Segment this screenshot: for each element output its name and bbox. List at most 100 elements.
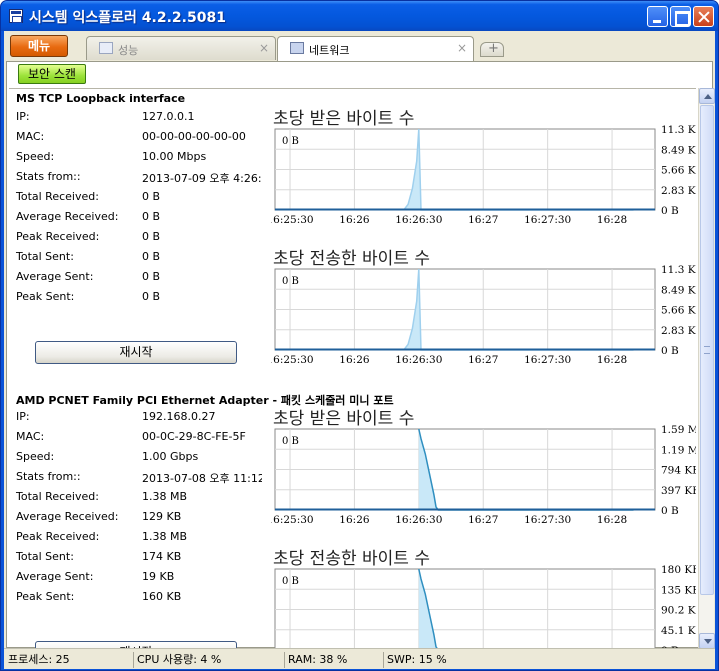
x-tick-label: 16:27:30 [524,214,571,226]
property-label: Peak Sent: [16,590,75,603]
title-bar[interactable]: 시스템 익스플로러 4.2.2.5081 [1,1,718,31]
property-row: Speed: 10.00 Mbps [16,150,261,166]
tab-network[interactable]: 네트워크 × [277,36,474,61]
y-tick-label: 135 KB [661,584,696,596]
scroll-thumb[interactable] [700,105,714,595]
adapter-section: AMD PCNET Family PCI Ethernet Adapter - … [9,389,696,649]
performance-tab-icon [99,42,113,54]
x-tick-label: 16:26:30 [395,354,442,366]
maximize-button[interactable] [670,6,691,27]
property-label: Total Received: [16,490,99,503]
property-value: 00-00-00-00-00-00 [142,130,246,143]
property-value: 1.38 MB [142,490,188,503]
property-label: Peak Sent: [16,290,75,303]
property-row: Peak Received: 0 B [16,230,261,246]
x-tick-label: 16:28 [597,354,627,366]
property-row: Stats from::2013-07-09 오후 4:26:37 [16,170,262,186]
chart-title: 초당 받은 바이트 수 [273,109,415,129]
property-value: 19 KB [142,570,175,583]
x-tick-label: 16:26:30 [395,214,442,226]
property-value: 0 B [142,250,161,263]
property-label: IP: [16,410,30,423]
y-tick-label: 1.59 MB [661,424,696,436]
current-value-label: 0 B [282,436,299,447]
x-tick-label: 16:28 [597,514,627,526]
window-title: 시스템 익스플로러 4.2.2.5081 [29,10,226,26]
x-tick-label: 16:27:30 [524,354,571,366]
property-row: Average Received: 129 KB [16,510,261,526]
y-tick-label: 0 B [661,205,679,217]
tab-label: 네트워크 [309,44,350,57]
new-tab-button[interactable] [480,41,504,57]
y-tick-label: 0 B [661,345,679,357]
property-value: 174 KB [142,550,182,563]
property-row: Average Sent: 19 KB [16,570,261,586]
security-scan-button[interactable]: 보안 스캔 [18,64,86,84]
sent-bytes-chart: 0 B180 KB135 KB90.2 KB45.1 KB0 B16:25:30… [271,544,696,649]
y-tick-label: 8.49 KB [661,284,696,296]
minimize-button[interactable] [647,6,668,27]
property-row: MAC: 00-00-00-00-00-00 [16,130,261,146]
property-label: Peak Received: [16,230,100,243]
y-tick-label: 397 KB [661,485,696,497]
property-label: Stats from:: [16,170,81,183]
app-window: 시스템 익스플로러 4.2.2.5081 메뉴 성능 × 네트워크 × 보안 스… [0,0,719,671]
property-row: Peak Received: 1.38 MB [16,530,261,546]
network-tab-icon [290,42,304,54]
client-area: 메뉴 성능 × 네트워크 × 보안 스캔 MS TCP Loopback int… [4,31,715,669]
vertical-scrollbar[interactable] [698,88,715,649]
property-label: Speed: [16,450,55,463]
y-tick-label: 11.3 KB [661,264,696,276]
property-row: Peak Sent: 0 B [16,290,261,306]
y-tick-label: 90.2 KB [661,605,696,617]
close-button[interactable] [693,6,714,27]
property-row: Peak Sent: 160 KB [16,590,261,606]
x-tick-label: 16:27:30 [524,514,571,526]
x-tick-label: 16:26 [339,354,370,366]
property-row: Total Sent: 174 KB [16,550,261,566]
network-panel: 보안 스캔 MS TCP Loopback interface IP: 127.0.… [6,61,715,649]
y-tick-label: 2.83 KB [661,185,696,197]
status-bar: 프로세스: 25 CPU 사용량: 4 % RAM: 38 % SWP: 15 … [4,648,715,669]
property-label: MAC: [16,130,45,143]
property-value: 1.00 Gbps [142,450,199,463]
adapter-list[interactable]: MS TCP Loopback interface IP: 127.0.0.1 MAC… [9,88,696,649]
current-value-label: 0 B [282,276,299,287]
x-tick-label: 16:25:30 [271,214,314,226]
restart-button[interactable]: 재시작 [35,341,237,364]
x-tick-label: 16:25:30 [271,354,314,366]
current-value-label: 0 B [282,136,299,147]
property-value: 2013-07-09 오후 4:26:37 [142,172,262,185]
property-value: 192.168.0.27 [142,410,216,423]
y-tick-label: 1.19 MB [661,444,696,456]
property-label: Total Received: [16,190,99,203]
property-value: 127.0.0.1 [142,110,195,123]
received-bytes-chart: 0 B 11.3 KB 8.49 KB 5.66 KB 2.83 KB 0 B 16:25:… [271,104,696,252]
property-label: Total Sent: [16,250,74,263]
received-bytes-chart: 0 B 1.59 MB 1.19 MB 794 KB 397 KB 0 B 16:25:30… [271,404,696,552]
y-tick-label: 2.83 KB [661,325,696,337]
property-value: 2013-07-08 오후 11:12:5 [142,472,262,485]
property-label: MAC: [16,430,45,443]
scroll-down-button[interactable] [699,633,715,649]
close-tab-icon[interactable]: × [457,41,467,55]
property-row: MAC: 00-0C-29-8C-FE-5F [16,430,261,446]
property-value: 160 KB [142,590,182,603]
property-row: Total Sent: 0 B [16,250,261,266]
x-tick-label: 16:26 [339,514,370,526]
property-label: Average Received: [16,210,119,223]
property-row: IP: 127.0.0.1 [16,110,261,126]
ram-usage: RAM: 38 % [286,652,384,668]
chart-title: 초당 전송한 바이트 수 [273,249,430,269]
property-value: 00-0C-29-8C-FE-5F [142,430,246,443]
property-label: Average Received: [16,510,119,523]
close-tab-icon[interactable]: × [259,41,269,55]
swap-usage: SWP: 15 % [387,653,447,666]
menu-button[interactable]: 메뉴 [10,35,68,57]
x-tick-label: 16:27 [468,354,498,366]
tab-performance[interactable]: 성능 × [86,36,276,60]
y-tick-label: 5.66 KB [661,165,696,177]
scroll-up-button[interactable] [699,88,715,104]
property-row: Average Sent: 0 B [16,270,261,286]
property-label: Peak Received: [16,530,100,543]
